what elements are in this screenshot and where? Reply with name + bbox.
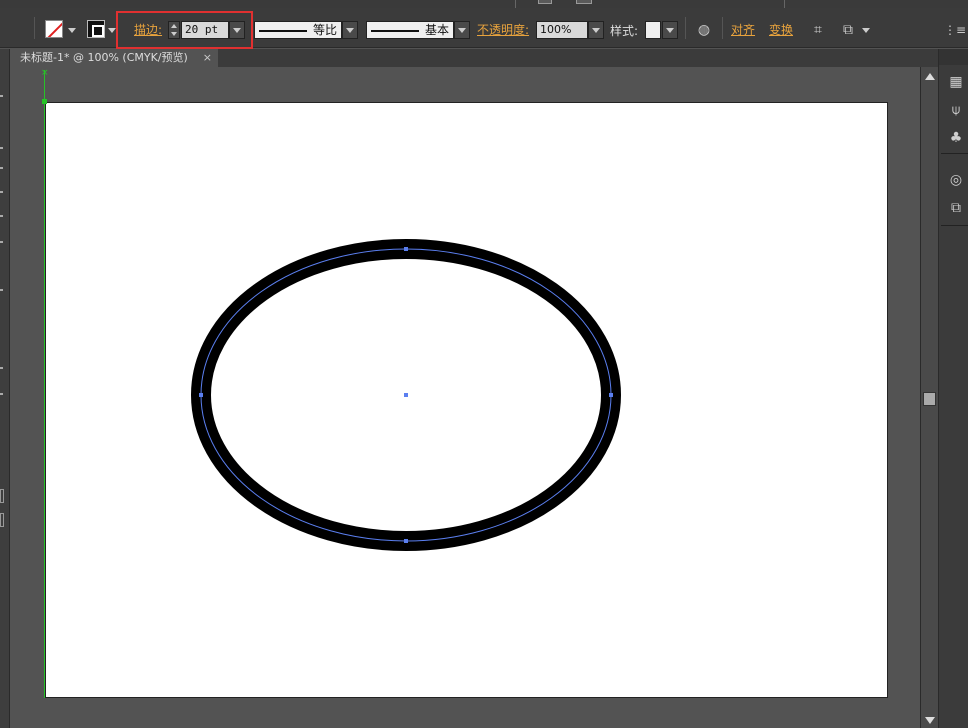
style-dropdown[interactable] — [662, 21, 678, 39]
strip-divider — [515, 0, 516, 8]
vertical-guide[interactable] — [44, 70, 45, 698]
brush-dropdown[interactable] — [454, 21, 470, 39]
document-tab-title: 未标题-1* @ 100% (CMYK/预览) — [20, 51, 188, 64]
stepper-up-icon[interactable] — [171, 24, 177, 28]
control-bar: 描边: 20 pt 等比 基本 不透明度: 100% 样式: ◍ 对齐 变换 ⌗… — [0, 8, 968, 49]
stroke-weight-stepper[interactable] — [168, 21, 180, 39]
ruler-tick — [0, 191, 3, 193]
strip-divider — [784, 0, 785, 8]
ruler-tick — [0, 215, 3, 217]
stroke-dropdown-arrow-icon[interactable] — [108, 28, 116, 33]
panel-nub[interactable] — [538, 0, 552, 4]
ruler-tick — [0, 241, 3, 243]
scroll-up-arrow-icon[interactable] — [925, 73, 935, 80]
stepper-down-icon[interactable] — [171, 32, 177, 36]
anchor-point-right[interactable] — [609, 393, 613, 397]
select-similar-dropdown-arrow-icon[interactable] — [862, 28, 870, 33]
align-panel-link[interactable]: 对齐 — [731, 21, 755, 38]
swatches-panel-icon[interactable]: ▦ — [947, 73, 965, 91]
fill-none-swatch-icon[interactable] — [45, 20, 63, 38]
tools-panel-edge — [0, 49, 10, 728]
ruler-tick — [0, 147, 3, 149]
guide-marker: × — [41, 68, 49, 78]
scroll-down-arrow-icon[interactable] — [925, 717, 935, 724]
graphic-style-swatch[interactable] — [645, 21, 661, 39]
stroke-panel-link[interactable]: 描边: — [134, 21, 162, 38]
stroke-swatch-icon[interactable] — [87, 20, 105, 38]
isolate-selected-object-icon[interactable]: ⌗ — [808, 21, 828, 39]
panel-dock: ▦ ⍦ ♣ ◎ ⧉ — [938, 49, 968, 728]
ruler-tick — [0, 393, 3, 395]
anchor-point-left[interactable] — [199, 393, 203, 397]
chevron-down-icon — [458, 28, 466, 33]
panel-nub[interactable] — [576, 0, 592, 4]
opacity-panel-link[interactable]: 不透明度: — [477, 21, 529, 38]
fill-dropdown-arrow-icon[interactable] — [68, 28, 76, 33]
stroke-weight-input[interactable]: 20 pt — [181, 21, 229, 39]
close-icon[interactable]: × — [203, 49, 212, 67]
toolbar-divider — [685, 17, 686, 39]
brush-line-preview — [371, 30, 419, 32]
brushes-panel-icon[interactable]: ⍦ — [947, 101, 965, 119]
variable-width-profile[interactable]: 等比 — [254, 21, 342, 39]
chevron-down-icon — [592, 28, 600, 33]
artboard-origin-marker — [42, 99, 47, 104]
panel-group-divider — [941, 153, 968, 154]
anchor-point-top[interactable] — [404, 247, 408, 251]
ruler-tick — [0, 367, 3, 369]
anchor-point-bottom[interactable] — [404, 539, 408, 543]
vertical-scrollbar[interactable] — [920, 67, 938, 728]
ruler-tick — [0, 289, 3, 291]
transform-panel-link[interactable]: 变换 — [769, 21, 793, 38]
center-point[interactable] — [404, 393, 408, 397]
document-tab[interactable]: 未标题-1* @ 100% (CMYK/预览) × — [10, 49, 218, 67]
ellipse-artwork[interactable] — [180, 230, 632, 562]
tool-slot[interactable] — [0, 489, 4, 503]
symbols-panel-icon[interactable]: ♣ — [947, 129, 965, 147]
chevron-down-icon — [233, 28, 241, 33]
ruler-tick — [0, 167, 3, 169]
brush-label: 基本 — [424, 23, 449, 37]
opacity-input[interactable]: 100% — [536, 21, 588, 39]
profile-line-preview — [259, 30, 307, 32]
chevron-down-icon — [346, 28, 354, 33]
stroke-weight-dropdown[interactable] — [229, 21, 245, 39]
profile-label: 等比 — [312, 23, 337, 37]
brush-definition[interactable]: 基本 — [366, 21, 454, 39]
top-panel-strip — [0, 0, 968, 8]
transform-panel-icon[interactable]: ⧉ — [947, 199, 965, 217]
toolbar-divider — [34, 17, 35, 39]
style-label: 样式: — [610, 24, 639, 38]
panel-group-divider — [941, 225, 968, 226]
opacity-dropdown[interactable] — [588, 21, 604, 39]
recolor-artwork-icon[interactable]: ◍ — [694, 21, 714, 39]
panel-menu-icon[interactable]: ⋮≡ — [944, 21, 966, 39]
toolbar-divider — [722, 17, 723, 39]
tool-slot[interactable] — [0, 513, 4, 527]
scroll-thumb[interactable] — [923, 392, 936, 406]
select-similar-objects-icon[interactable]: ⧉ — [838, 21, 858, 39]
appearance-panel-icon[interactable]: ◎ — [947, 171, 965, 189]
dock-grip[interactable] — [939, 49, 968, 65]
ruler-tick — [0, 95, 3, 97]
chevron-down-icon — [666, 28, 674, 33]
profile-dropdown[interactable] — [342, 21, 358, 39]
